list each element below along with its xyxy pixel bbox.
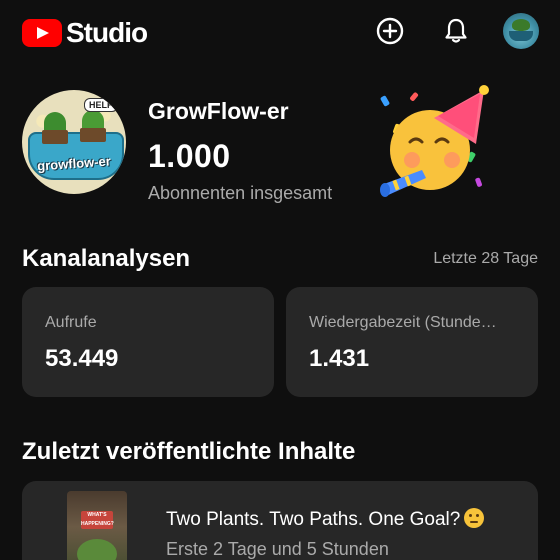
avatar-plant-shape [512,19,530,31]
channel-avatar[interactable]: HELP growflow-er [22,90,126,194]
studio-dashboard: Studio HELP growflow-er GrowFlow-er 1.00… [0,0,560,560]
recent-content-section-title: Zuletzt veröffentlichte Inhalte [22,438,356,465]
watch-time-card-label: Wiedergabezeit (Stunde… [309,314,497,331]
channel-name: GrowFlow-er [148,98,289,124]
app-title: Studio [66,17,148,48]
plus-circle-icon [376,17,404,45]
video-title-text: Two Plants. Two Paths. One Goal? [166,509,461,530]
avatar-help-bubble: HELP [84,98,119,112]
analytics-section-title: Kanalanalysen [22,245,191,272]
account-avatar[interactable] [503,13,539,49]
party-face-icon [380,85,489,197]
watch-time-card[interactable]: Wiedergabezeit (Stunde… 1.431 [286,287,538,397]
subscriber-label: Abonnenten insgesamt [148,183,333,203]
watch-time-card-value: 1.431 [309,345,370,372]
avatar-pot-left [42,130,68,144]
video-thumbnail: WHAT'S HAPPENING? [67,491,127,560]
thumbnail-badge: WHAT'S HAPPENING? [81,511,114,529]
video-meta: Erste 2 Tage und 5 Stunden [166,539,389,559]
thinking-face-icon [464,508,485,528]
bell-icon [445,18,467,43]
avatar-pot-shape [509,31,533,41]
avatar-pot-right [80,128,106,142]
subscriber-count: 1.000 [148,138,231,174]
video-title: Two Plants. Two Paths. One Goal? [166,508,485,531]
notifications-button[interactable] [439,14,473,48]
youtube-studio-logo[interactable]: Studio [22,17,148,49]
top-app-bar: Studio [0,0,560,64]
create-button[interactable] [373,14,407,48]
analytics-range-label: Letzte 28 Tage [433,250,538,267]
views-card-value: 53.449 [45,345,119,372]
views-card-label: Aufrufe [45,314,97,331]
recent-video-card[interactable]: WHAT'S HAPPENING? Two Plants. Two Paths.… [22,481,538,560]
views-card[interactable]: Aufrufe 53.449 [22,287,274,397]
youtube-play-icon [22,19,62,47]
thumbnail-plant-shape [77,539,117,560]
